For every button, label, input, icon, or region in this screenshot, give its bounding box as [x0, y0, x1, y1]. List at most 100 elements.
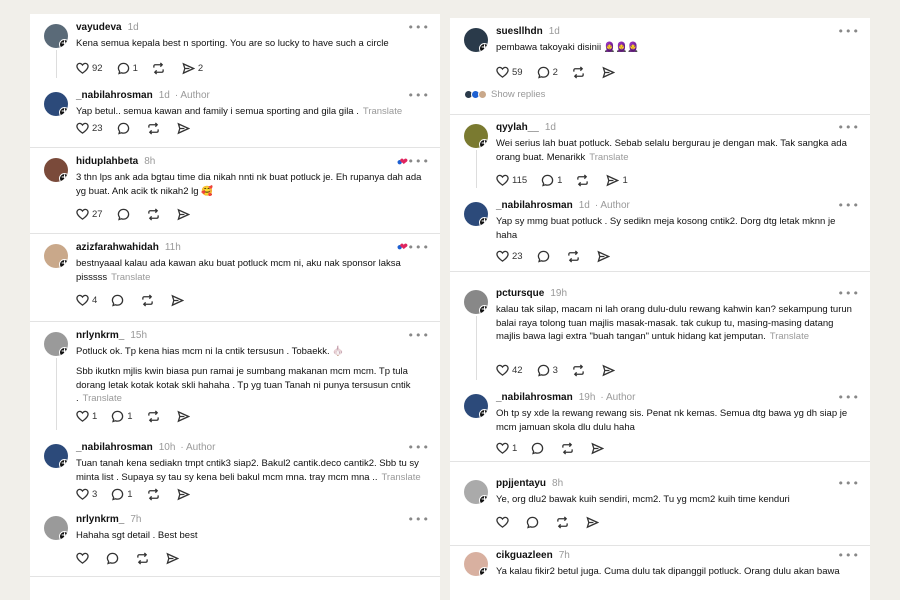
share-button[interactable]: [586, 516, 602, 529]
reply-button[interactable]: [531, 442, 547, 455]
like-button[interactable]: 3: [76, 488, 97, 501]
avatar[interactable]: +: [464, 28, 488, 52]
like-button[interactable]: 23: [496, 250, 523, 263]
avatar[interactable]: +: [464, 394, 488, 418]
repost-button[interactable]: [561, 442, 577, 455]
username[interactable]: _nabilahrosman: [76, 90, 153, 101]
more-options-icon[interactable]: •••: [838, 391, 860, 404]
follow-plus-icon[interactable]: +: [479, 43, 488, 52]
follow-plus-icon[interactable]: +: [59, 531, 68, 540]
repost-button[interactable]: [572, 364, 588, 377]
reply-button[interactable]: 3: [537, 364, 558, 377]
more-options-icon[interactable]: •••: [838, 121, 860, 134]
repost-button[interactable]: [572, 66, 588, 79]
follow-plus-icon[interactable]: +: [59, 259, 68, 268]
like-button[interactable]: 4: [76, 294, 97, 307]
repost-button[interactable]: [147, 122, 163, 135]
reply-button[interactable]: 1: [111, 410, 133, 423]
share-button[interactable]: [602, 66, 618, 79]
like-button[interactable]: 23: [76, 122, 103, 135]
reply-button[interactable]: [111, 294, 127, 307]
like-button[interactable]: 1: [76, 410, 97, 423]
username[interactable]: ppjjentayu: [496, 478, 546, 489]
more-options-icon[interactable]: •••: [408, 155, 430, 168]
like-button[interactable]: [76, 552, 92, 565]
reply-button[interactable]: [106, 552, 122, 565]
reply-button[interactable]: [117, 208, 133, 221]
avatar[interactable]: +: [44, 444, 68, 468]
reply-button[interactable]: [526, 516, 542, 529]
share-button[interactable]: 1: [606, 174, 628, 187]
avatar[interactable]: +: [464, 552, 488, 576]
share-button[interactable]: [171, 294, 187, 307]
reply-button[interactable]: [117, 122, 133, 135]
more-options-icon[interactable]: •••: [838, 477, 860, 490]
username[interactable]: _nabilahrosman: [76, 442, 153, 453]
avatar[interactable]: +: [44, 244, 68, 268]
follow-plus-icon[interactable]: +: [479, 217, 488, 226]
like-button[interactable]: 1: [496, 442, 517, 455]
avatar[interactable]: +: [44, 158, 68, 182]
share-button[interactable]: [176, 122, 193, 135]
follow-plus-icon[interactable]: +: [59, 347, 68, 356]
more-options-icon[interactable]: •••: [408, 21, 430, 34]
username[interactable]: _nabilahrosman: [496, 392, 573, 403]
follow-plus-icon[interactable]: +: [479, 567, 488, 576]
avatar[interactable]: +: [464, 290, 488, 314]
like-button[interactable]: [496, 516, 512, 529]
more-options-icon[interactable]: •••: [408, 89, 430, 102]
reply-button[interactable]: 1: [111, 488, 133, 501]
translate-link[interactable]: Translate: [381, 472, 420, 483]
follow-plus-icon[interactable]: +: [479, 495, 488, 504]
more-options-icon[interactable]: •••: [408, 241, 430, 254]
repost-button[interactable]: [152, 62, 168, 75]
avatar[interactable]: +: [44, 332, 68, 356]
follow-plus-icon[interactable]: +: [479, 139, 488, 148]
more-options-icon[interactable]: •••: [408, 513, 430, 526]
translate-link[interactable]: Translate: [770, 331, 809, 342]
username[interactable]: suesllhdn: [496, 26, 543, 37]
reply-button[interactable]: 1: [541, 174, 562, 187]
follow-plus-icon[interactable]: +: [59, 39, 68, 48]
repost-button[interactable]: [147, 488, 163, 501]
like-button[interactable]: 27: [76, 208, 103, 221]
translate-link[interactable]: Translate: [111, 272, 150, 283]
avatar[interactable]: +: [464, 480, 488, 504]
username[interactable]: cikguazleen: [496, 550, 553, 561]
username[interactable]: azizfarahwahidah: [76, 242, 159, 253]
like-button[interactable]: 42: [496, 364, 523, 377]
share-button[interactable]: [166, 552, 182, 565]
follow-plus-icon[interactable]: +: [479, 305, 488, 314]
avatar[interactable]: +: [44, 24, 68, 48]
reply-button[interactable]: 1: [117, 62, 138, 75]
more-options-icon[interactable]: •••: [408, 441, 430, 454]
share-button[interactable]: [176, 208, 193, 221]
share-button[interactable]: 2: [182, 62, 203, 75]
more-options-icon[interactable]: •••: [408, 329, 430, 342]
translate-link[interactable]: Translate: [363, 106, 402, 117]
username[interactable]: nrlynkrm_: [76, 330, 124, 341]
follow-plus-icon[interactable]: +: [59, 107, 68, 116]
like-button[interactable]: 59: [496, 66, 523, 79]
reply-button[interactable]: [537, 250, 553, 263]
share-button[interactable]: [596, 250, 613, 263]
more-options-icon[interactable]: •••: [838, 549, 860, 562]
like-button[interactable]: 92: [76, 62, 103, 75]
follow-plus-icon[interactable]: +: [59, 173, 68, 182]
share-button[interactable]: [591, 442, 607, 455]
repost-button[interactable]: [567, 250, 583, 263]
share-button[interactable]: [602, 364, 618, 377]
username[interactable]: _nabilahrosman: [496, 200, 573, 211]
share-button[interactable]: [176, 488, 193, 501]
translate-link[interactable]: Translate: [589, 152, 628, 163]
repost-button[interactable]: [576, 174, 592, 187]
follow-plus-icon[interactable]: +: [479, 409, 488, 418]
like-button[interactable]: 115: [496, 174, 527, 187]
username[interactable]: hiduplahbeta: [76, 156, 138, 167]
repost-button[interactable]: [141, 294, 157, 307]
repost-button[interactable]: [556, 516, 572, 529]
avatar[interactable]: +: [44, 92, 68, 116]
avatar[interactable]: +: [44, 516, 68, 540]
avatar[interactable]: +: [464, 124, 488, 148]
follow-plus-icon[interactable]: +: [59, 459, 68, 468]
